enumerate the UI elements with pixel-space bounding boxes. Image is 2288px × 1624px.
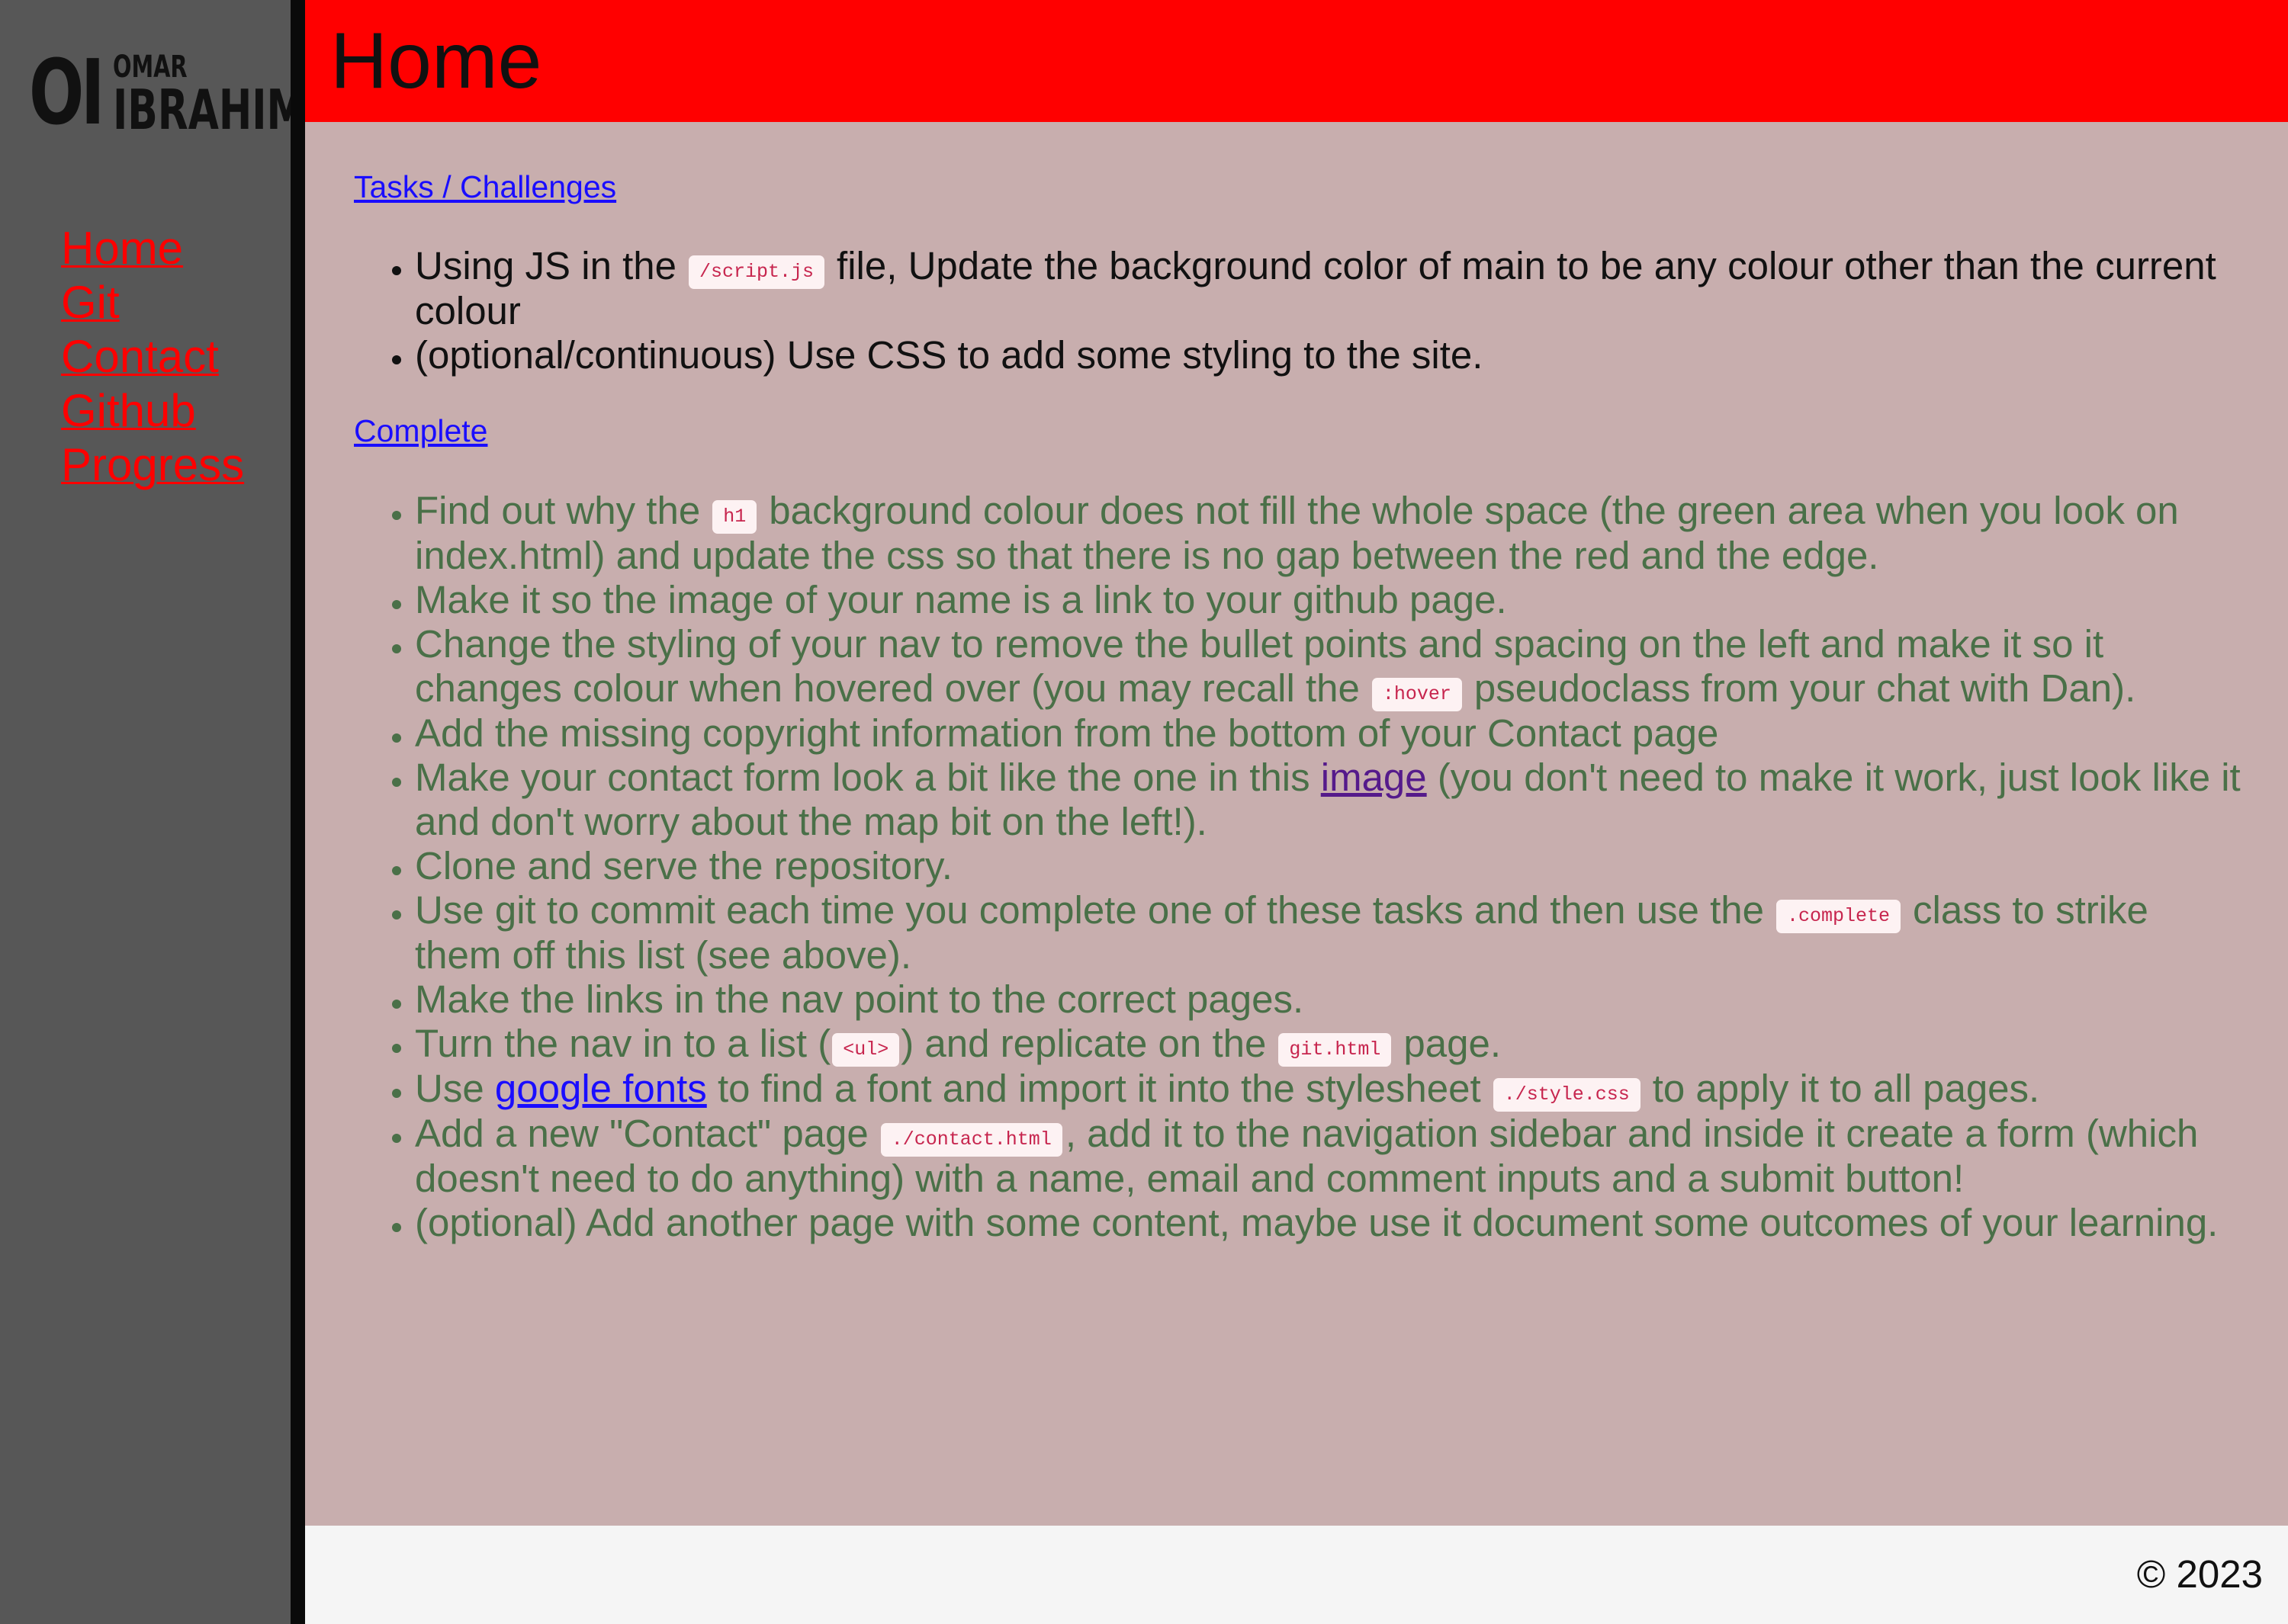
list-item: Add the missing copyright information fr… [415, 711, 2245, 756]
google-fonts-link[interactable]: google fonts [495, 1067, 707, 1110]
main-content: Tasks / Challenges Using JS in the/scrip… [305, 122, 2288, 1526]
task-text: file, Update the background color of mai… [415, 244, 2216, 332]
code-snippet: git.html [1278, 1033, 1392, 1067]
list-item: Make your contact form look a bit like t… [415, 756, 2245, 844]
copyright-text: © 2023 [2136, 1552, 2263, 1596]
code-snippet: /script.js [689, 255, 825, 289]
page-title: Home [330, 17, 542, 105]
complete-list: Find out why theh1background colour does… [415, 489, 2245, 1245]
tasks-list: Using JS in the/script.jsfile, Update th… [415, 244, 2245, 377]
nav-link-github[interactable]: Github [61, 385, 196, 436]
task-text: Use git to commit each time you complete… [415, 888, 1764, 932]
code-snippet: ./contact.html [880, 1123, 1062, 1157]
task-text: ) and replicate on the [901, 1022, 1267, 1065]
code-snippet: ./style.css [1493, 1078, 1640, 1112]
task-text: Make your contact form look a bit like t… [415, 756, 1310, 799]
list-item: Use google fonts to find a font and impo… [415, 1067, 2245, 1112]
nav-item-contact: Contact [61, 329, 244, 384]
list-item: Make it so the image of your name is a l… [415, 578, 2245, 622]
code-snippet: h1 [712, 500, 757, 534]
sidebar-nav: Home Git Contact Github Progress [61, 221, 244, 492]
task-text: page. [1403, 1022, 1502, 1065]
nav-item-home: Home [61, 221, 244, 275]
task-text: Find out why the [415, 489, 701, 532]
task-text: Add the missing copyright information fr… [415, 711, 1719, 755]
list-item: Add a new "Contact" page./contact.html, … [415, 1112, 2245, 1201]
nav-link-contact[interactable]: Contact [61, 331, 219, 382]
nav-link-progress[interactable]: Progress [61, 439, 244, 490]
list-item: Change the styling of your nav to remove… [415, 622, 2245, 711]
task-text: Clone and serve the repository. [415, 844, 953, 887]
nav-item-git: Git [61, 275, 244, 329]
list-item: Find out why theh1background colour does… [415, 489, 2245, 578]
nav-item-progress: Progress [61, 438, 244, 492]
list-item: Make the links in the nav point to the c… [415, 977, 2245, 1022]
task-text: Using JS in the [415, 244, 677, 287]
list-item: Using JS in the/script.jsfile, Update th… [415, 244, 2245, 333]
sidebar-divider [291, 0, 305, 1624]
code-snippet: .complete [1775, 900, 1901, 933]
logo-initials: OI [29, 40, 105, 145]
list-item: (optional) Add another page with some co… [415, 1201, 2245, 1245]
sidebar: OI OMAR IBRAHIM Home Git Contact Github … [0, 0, 306, 1624]
tasks-challenges-link[interactable]: Tasks / Challenges [354, 169, 616, 205]
task-text: to apply it to all pages. [1652, 1067, 2040, 1110]
task-text: to find a font and import it into the st… [717, 1067, 1481, 1110]
logo-last-name: IBRAHIM [113, 78, 307, 142]
task-text: Use [415, 1067, 484, 1110]
list-item: (optional/continuous) Use CSS to add som… [415, 333, 2245, 377]
logo-link[interactable]: OI OMAR IBRAHIM [29, 44, 306, 137]
list-item: Use git to commit each time you complete… [415, 888, 2245, 977]
task-text: Make it so the image of your name is a l… [415, 578, 1507, 621]
complete-link[interactable]: Complete [354, 413, 487, 449]
page-footer: © 2023 [305, 1526, 2288, 1624]
nav-link-git[interactable]: Git [61, 277, 120, 328]
list-item: Clone and serve the repository. [415, 844, 2245, 888]
task-text: Add a new "Contact" page [415, 1112, 869, 1155]
page-header: Home [305, 0, 2288, 122]
task-text: (optional) Add another page with some co… [415, 1201, 2219, 1244]
image-link[interactable]: image [1321, 756, 1427, 799]
nav-item-github: Github [61, 384, 244, 438]
task-text: pseudoclass from your chat with Dan). [1473, 666, 2136, 710]
code-snippet: :hover [1371, 678, 1462, 711]
nav-link-home[interactable]: Home [61, 223, 183, 274]
task-text: Turn the nav in to a list ( [415, 1022, 831, 1065]
list-item: Turn the nav in to a list (<ul>) and rep… [415, 1022, 2245, 1067]
code-snippet: <ul> [832, 1033, 900, 1067]
task-text: (optional/continuous) Use CSS to add som… [415, 333, 1483, 377]
task-text: Make the links in the nav point to the c… [415, 977, 1304, 1021]
